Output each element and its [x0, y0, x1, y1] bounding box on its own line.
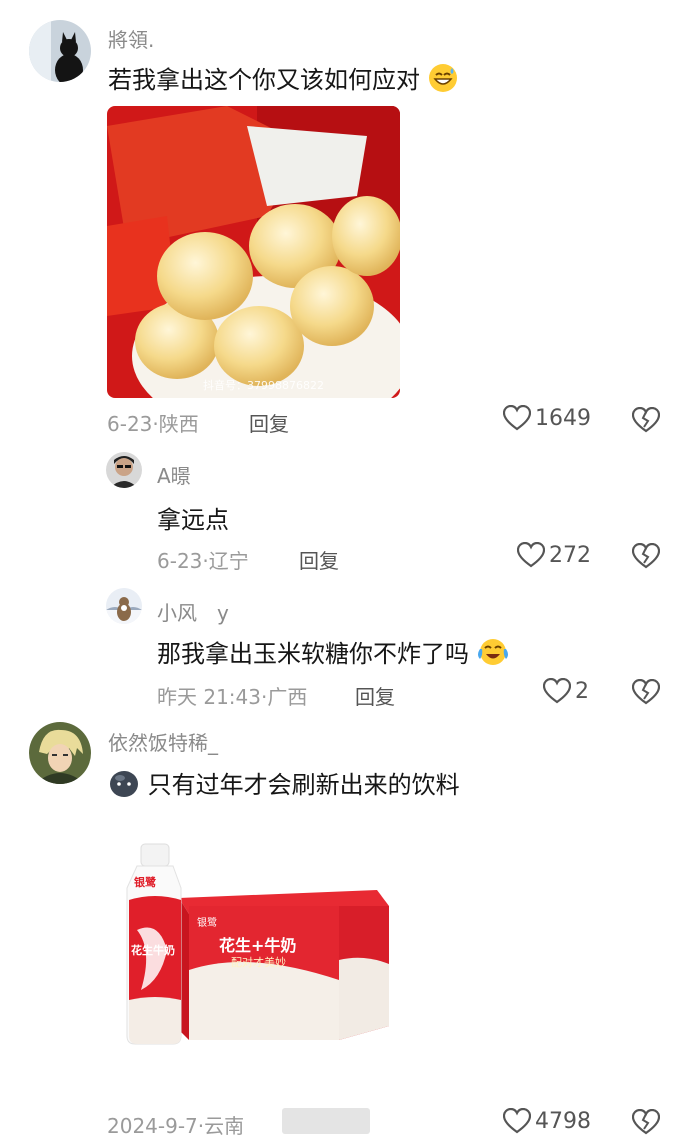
- like-button[interactable]: 4798: [503, 1108, 591, 1134]
- broken-heart-icon[interactable]: [632, 679, 660, 705]
- grin-sweat-emoji-icon: [428, 63, 458, 99]
- avatar[interactable]: [106, 588, 142, 624]
- image-watermark: 抖音号：37998876822: [203, 379, 324, 392]
- crying-laughing-emoji-icon: [477, 637, 509, 673]
- comment-text-content: 只有过年才会刷新出来的饮料: [147, 771, 460, 799]
- dark-blob-emoji-icon: [108, 768, 140, 804]
- avatar[interactable]: [29, 722, 91, 784]
- candy-image[interactable]: 抖音号：37998876822: [107, 106, 400, 398]
- commenter-name[interactable]: 依然饭特稀_: [108, 727, 218, 756]
- comment-meta: 2024-9-7·云南: [107, 1114, 245, 1138]
- heart-outline-icon: [503, 405, 531, 431]
- heart-outline-icon: [503, 1108, 531, 1134]
- reply-button[interactable]: 回复: [249, 408, 289, 437]
- heart-outline-icon: [517, 542, 545, 568]
- broken-heart-icon[interactable]: [632, 407, 660, 433]
- commenter-name[interactable]: 小风 y: [157, 597, 229, 626]
- drink-product-image[interactable]: 银鹭 花生牛奶 银鹭 花生+牛奶 配对才美妙: [107, 840, 397, 1050]
- like-count: 272: [549, 542, 591, 568]
- broken-heart-icon[interactable]: [632, 543, 660, 569]
- avatar[interactable]: [29, 20, 91, 82]
- box-title-label: 花生+牛奶: [219, 936, 297, 955]
- comment-meta: 6-23·辽宁: [157, 549, 249, 573]
- commenter-name[interactable]: 將領.: [108, 24, 154, 53]
- like-button[interactable]: 2: [543, 678, 589, 704]
- box-brand-label: 银鹭: [197, 918, 217, 929]
- comment-text: 只有过年才会刷新出来的饮料: [108, 765, 460, 804]
- avatar[interactable]: [106, 452, 142, 488]
- comment-meta: 昨天 21:43·广西: [157, 685, 308, 709]
- commenter-name[interactable]: A暻: [157, 460, 191, 489]
- comment-text-content: 那我拿出玉米软糖你不炸了吗: [157, 640, 469, 668]
- reply-button-obscured[interactable]: [282, 1108, 370, 1134]
- box-subtitle-label: 配对才美妙: [231, 956, 286, 969]
- reply-button[interactable]: 回复: [299, 545, 339, 574]
- like-count: 4798: [535, 1108, 591, 1134]
- comment-text-content: 若我拿出这个你又该如何应对: [108, 66, 420, 94]
- reply-button[interactable]: 回复: [355, 681, 395, 710]
- comment-text: 那我拿出玉米软糖你不炸了吗: [157, 634, 509, 673]
- broken-heart-icon[interactable]: [632, 1109, 660, 1135]
- comment-text: 若我拿出这个你又该如何应对: [108, 60, 458, 99]
- comment-text: 拿远点: [157, 506, 229, 534]
- like-count: 1649: [535, 405, 591, 431]
- bottle-product-label: 花生牛奶: [131, 944, 175, 957]
- comment-meta: 6-23·陕西: [107, 412, 199, 436]
- like-button[interactable]: 272: [517, 542, 591, 568]
- like-button[interactable]: 1649: [503, 405, 591, 431]
- like-count: 2: [575, 678, 589, 704]
- heart-outline-icon: [543, 678, 571, 704]
- bottle-brand-label: 银鹭: [134, 876, 156, 889]
